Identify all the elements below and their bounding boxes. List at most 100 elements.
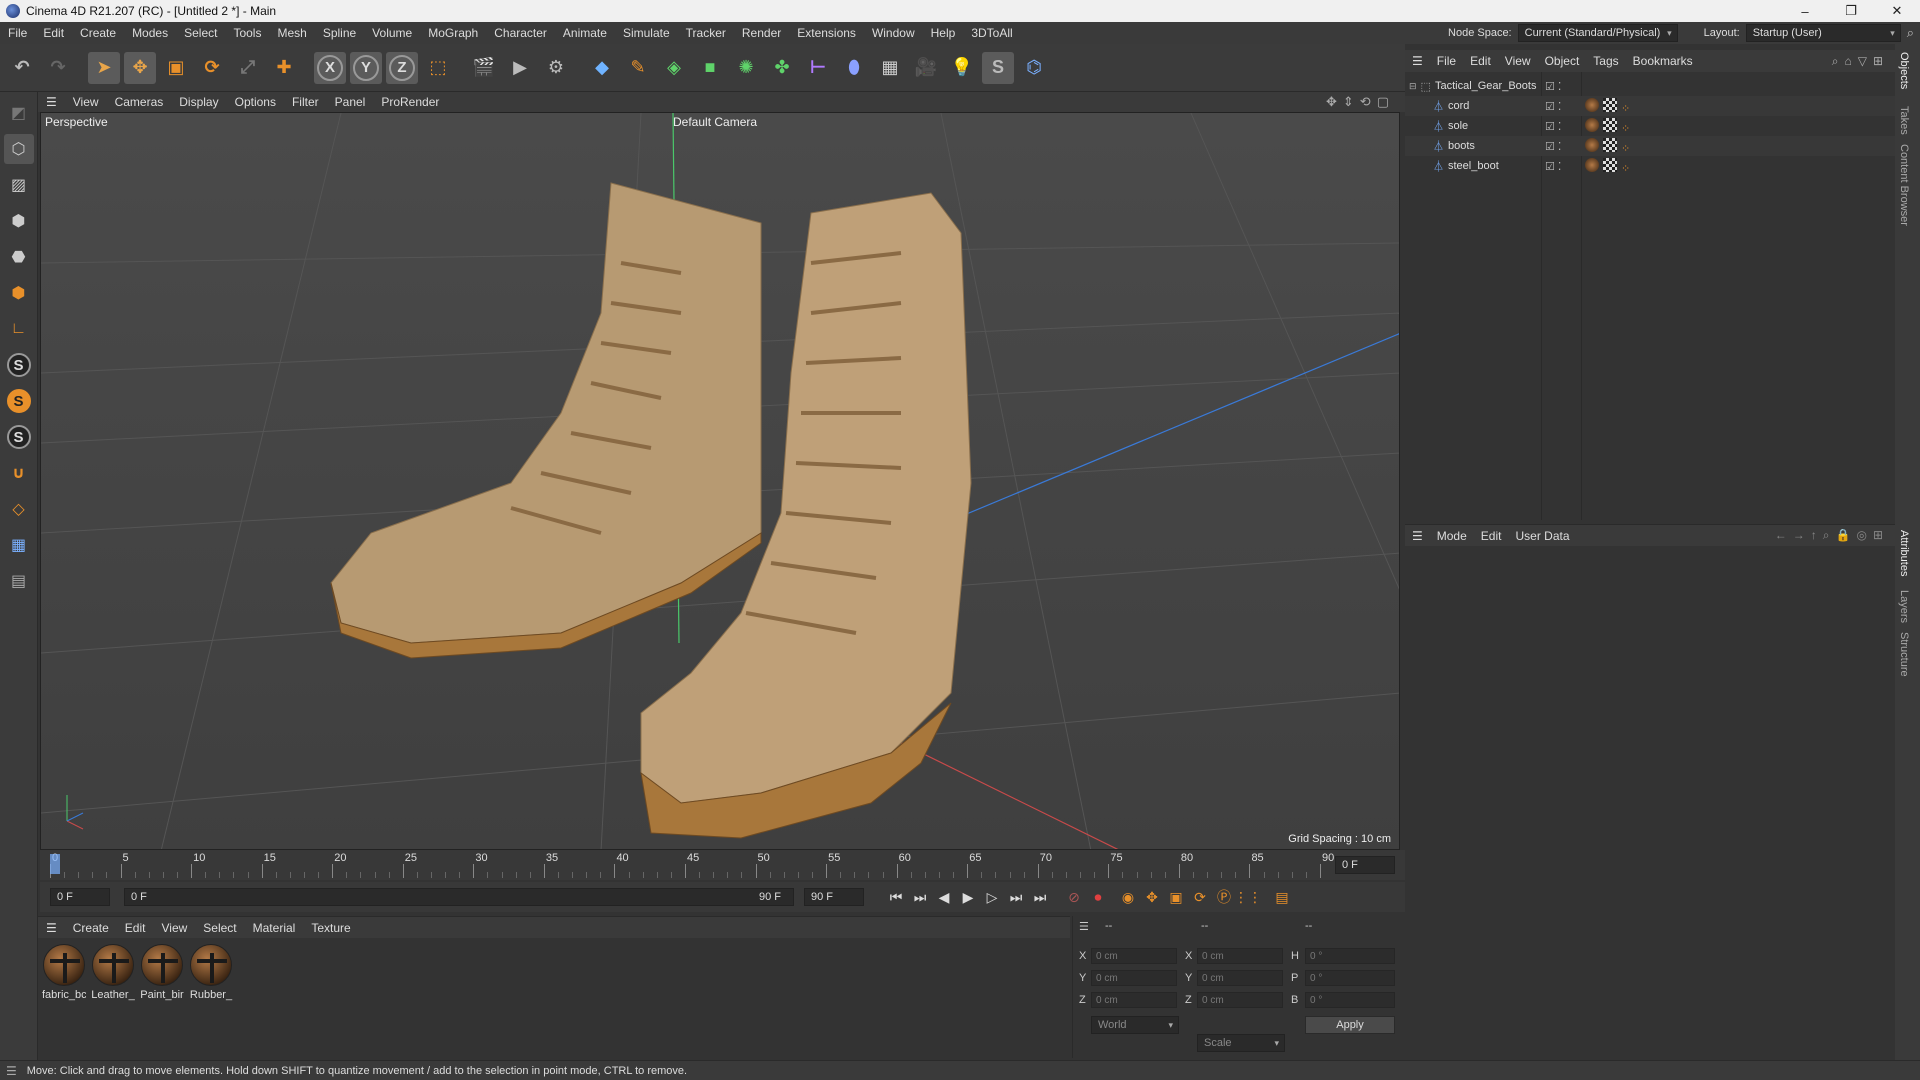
hamburger-icon[interactable]: ☰: [1405, 529, 1430, 543]
preview-range-slider[interactable]: 0 F 90 F: [124, 888, 794, 906]
snap-icon[interactable]: S: [4, 350, 34, 380]
coordinate-space-dropdown[interactable]: World ▾: [1091, 1016, 1179, 1034]
menu-help[interactable]: Help: [923, 26, 964, 40]
workplane-mode-icon[interactable]: ⬢: [4, 206, 34, 236]
orbit-view-icon[interactable]: ⟲: [1360, 94, 1377, 109]
menu-file[interactable]: File: [0, 26, 35, 40]
recent-tools-icon[interactable]: ⤢: [232, 52, 264, 84]
coordinate-system-icon[interactable]: ⬚: [422, 52, 454, 84]
lock-y-axis-icon[interactable]: Y: [350, 51, 382, 84]
object-row[interactable]: ⏃ sole ☑ ⁚ ⁘: [1405, 116, 1895, 136]
render-view-icon[interactable]: 🎬: [468, 52, 500, 84]
timeline-window-icon[interactable]: ▤: [1270, 885, 1294, 909]
close-button[interactable]: ✕: [1874, 0, 1920, 22]
grid-icon[interactable]: ▦: [4, 530, 34, 560]
keyframe-selection-icon[interactable]: ◉: [1116, 885, 1140, 909]
material-swatch[interactable]: Paint_bir: [140, 944, 184, 1001]
node-space-dropdown[interactable]: Current (Standard/Physical) ▾: [1517, 24, 1678, 42]
timeline-ruler[interactable]: 051015202530354045505560657075808590 0 F: [40, 850, 1405, 880]
toggle-views-icon[interactable]: ▢: [1377, 94, 1395, 109]
menu-3dtoall[interactable]: 3DToAll: [963, 26, 1020, 40]
deformer-icon[interactable]: ⊢: [802, 52, 834, 84]
object-menu-view[interactable]: View: [1498, 54, 1538, 68]
material-menu-create[interactable]: Create: [65, 921, 117, 935]
key-pla-icon[interactable]: ⋮⋮: [1234, 885, 1262, 909]
tab-content-browser[interactable]: Content Browser: [1898, 144, 1910, 226]
visibility-check-icon[interactable]: ☑ ⁚: [1545, 140, 1561, 153]
key-rotation-icon[interactable]: ⟳: [1188, 885, 1212, 909]
object-menu-bookmarks[interactable]: Bookmarks: [1626, 54, 1700, 68]
extrude-icon[interactable]: ■: [694, 52, 726, 84]
position-z-field[interactable]: 0 cm: [1091, 992, 1177, 1008]
new-panel-icon[interactable]: ⊞: [1873, 54, 1889, 68]
back-boot-model[interactable]: [330, 182, 762, 659]
material-menu-material[interactable]: Material: [245, 921, 304, 935]
object-row[interactable]: ⏃ steel_boot ☑ ⁚ ⁘: [1405, 156, 1895, 176]
pan-view-icon[interactable]: ✥: [1326, 94, 1343, 109]
menu-window[interactable]: Window: [864, 26, 923, 40]
viewport-menu-display[interactable]: Display: [171, 95, 226, 109]
play-icon[interactable]: ▶: [956, 885, 980, 909]
object-menu-edit[interactable]: Edit: [1463, 54, 1498, 68]
playhead[interactable]: [50, 854, 60, 874]
size-x-field[interactable]: 0 cm: [1197, 948, 1283, 964]
menu-render[interactable]: Render: [734, 26, 789, 40]
hamburger-icon[interactable]: ☰: [6, 1064, 17, 1078]
menu-volume[interactable]: Volume: [364, 26, 420, 40]
minimize-button[interactable]: –: [1782, 0, 1828, 22]
size-mode-dropdown[interactable]: Scale ▾: [1197, 1034, 1285, 1052]
tab-takes[interactable]: Takes: [1898, 106, 1910, 135]
current-frame-field[interactable]: 0 F: [50, 888, 110, 906]
menu-animate[interactable]: Animate: [555, 26, 615, 40]
tab-layers[interactable]: Layers: [1898, 590, 1910, 623]
viewport-menu-view[interactable]: View: [65, 95, 107, 109]
material-menu-select[interactable]: Select: [195, 921, 244, 935]
make-editable-icon[interactable]: ◩: [4, 98, 34, 128]
tab-objects[interactable]: Objects: [1898, 52, 1910, 89]
attr-menu-edit[interactable]: Edit: [1474, 529, 1509, 543]
rotation-b-field[interactable]: 0 °: [1305, 992, 1395, 1008]
hamburger-icon[interactable]: ☰: [38, 95, 65, 109]
redo-icon[interactable]: ↷: [42, 52, 74, 84]
visibility-check-icon[interactable]: ☑ ⁚: [1545, 120, 1561, 133]
texture-mode-icon[interactable]: ▨: [4, 170, 34, 200]
position-x-field[interactable]: 0 cm: [1091, 948, 1177, 964]
floor-icon[interactable]: ▦: [874, 52, 906, 84]
forward-arrow-icon[interactable]: →: [1793, 528, 1811, 542]
material-tag-icon[interactable]: ⁘: [1585, 157, 1630, 175]
viewport-menu-prorender[interactable]: ProRender: [373, 95, 447, 109]
snap-settings-icon[interactable]: S: [4, 386, 34, 416]
target-icon[interactable]: ◎: [1856, 528, 1872, 542]
record-active-icon[interactable]: ⊘: [1062, 885, 1086, 909]
scale-tool-icon[interactable]: ▣: [160, 52, 192, 84]
python-icon[interactable]: ⌬: [1018, 52, 1050, 84]
lock-z-axis-icon[interactable]: Z: [386, 51, 418, 84]
key-parameter-icon[interactable]: Ⓟ: [1212, 885, 1236, 909]
menu-character[interactable]: Character: [486, 26, 555, 40]
layout-dropdown[interactable]: Startup (User) ▾: [1745, 24, 1901, 42]
hamburger-icon[interactable]: ☰: [38, 921, 65, 935]
collapse-icon[interactable]: ⊟: [1409, 81, 1417, 92]
script-icon[interactable]: S: [982, 51, 1014, 84]
previous-key-icon[interactable]: ⏭: [908, 885, 932, 909]
visibility-check-icon[interactable]: ☑ ⁚: [1545, 100, 1561, 113]
pen-spline-icon[interactable]: ✎: [622, 52, 654, 84]
viewport-menu-cameras[interactable]: Cameras: [107, 95, 172, 109]
next-key-icon[interactable]: ⏭: [1004, 885, 1028, 909]
next-frame-icon[interactable]: ▷: [980, 885, 1004, 909]
home-icon[interactable]: ⌂: [1844, 54, 1857, 68]
material-swatch[interactable]: Leather_: [91, 944, 135, 1001]
field-icon[interactable]: ⬮: [838, 52, 870, 84]
lock-icon[interactable]: 🔒: [1836, 528, 1857, 542]
hamburger-icon[interactable]: ☰: [1405, 54, 1430, 68]
go-to-end-icon[interactable]: ⏭: [1028, 885, 1052, 909]
previous-frame-icon[interactable]: ◀: [932, 885, 956, 909]
size-y-field[interactable]: 0 cm: [1197, 970, 1283, 986]
key-scale-icon[interactable]: ▣: [1164, 885, 1188, 909]
viewport-menu-filter[interactable]: Filter: [284, 95, 327, 109]
menu-tools[interactable]: Tools: [225, 26, 269, 40]
magnet-icon[interactable]: ∪: [4, 458, 34, 488]
points-mode-icon[interactable]: ⬣: [4, 242, 34, 272]
search-icon[interactable]: ⌕: [1832, 54, 1845, 68]
edges-mode-icon[interactable]: ⬢: [4, 278, 34, 308]
